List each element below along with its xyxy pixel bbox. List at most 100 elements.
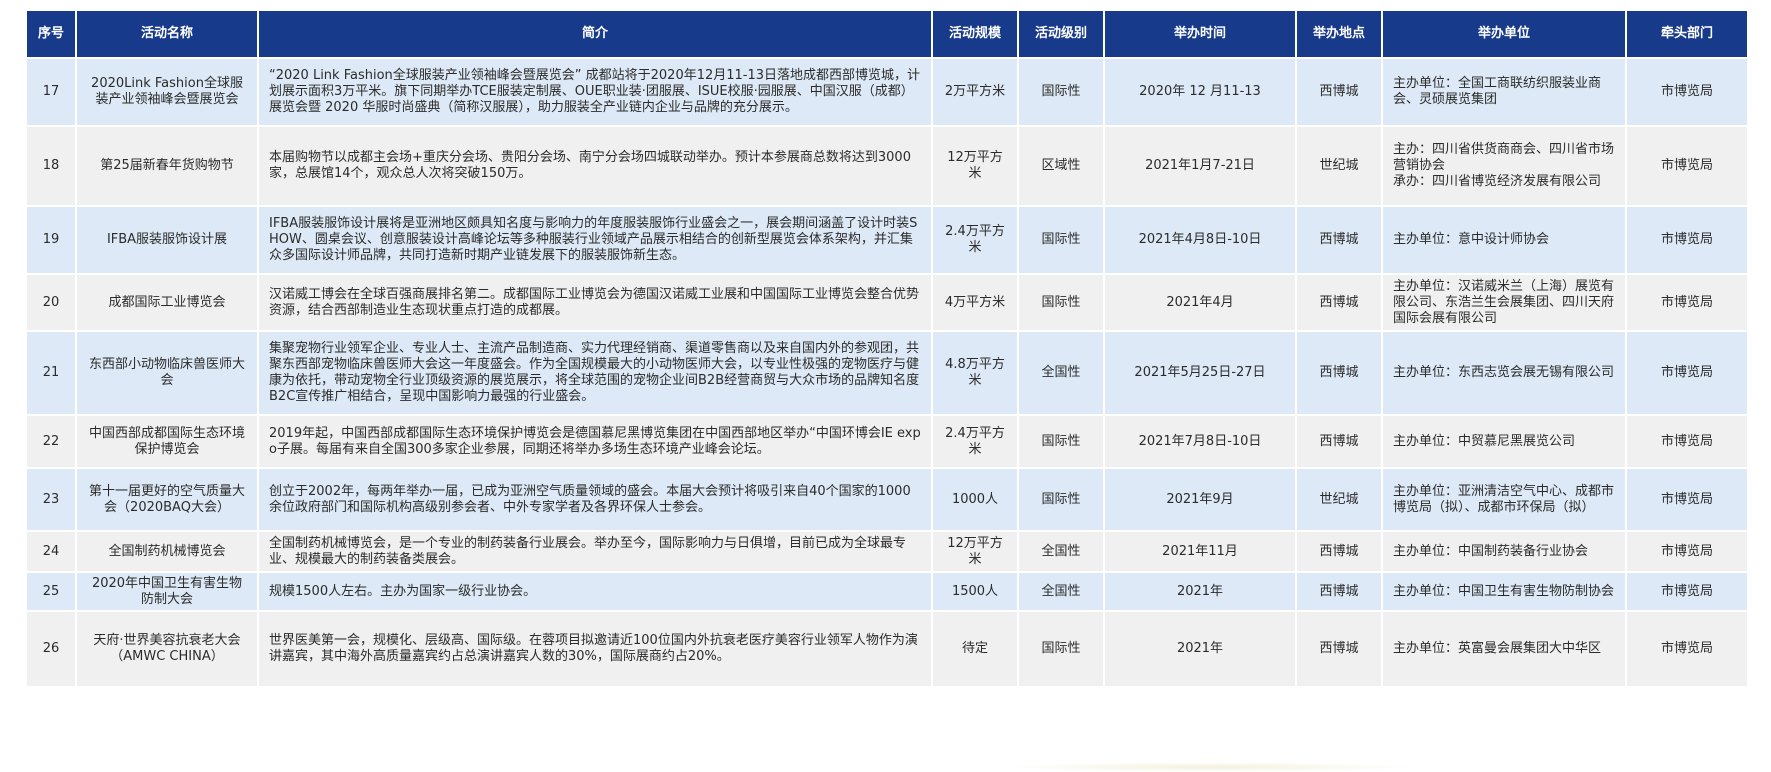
cell-number: 19 [25,205,77,275]
background-glow [1000,762,1420,772]
cell-organizer: 主办单位：中国制药装备行业协会 [1381,530,1627,573]
header-activity-name: 活动名称 [75,9,259,59]
cell-time: 2021年4月 [1103,273,1297,332]
cell-lead-department: 市博览局 [1625,57,1749,127]
cell-number: 25 [25,571,77,612]
cell-activity-name: 2020Link Fashion全球服装产业领袖峰会暨展览会 [75,57,259,127]
cell-activity-name: 2020年中国卫生有害生物防制大会 [75,571,259,612]
cell-scale: 2万平方米 [931,57,1019,127]
header-organizer: 举办单位 [1381,9,1627,59]
cell-number: 18 [25,125,77,207]
table-row: 22 中国西部成都国际生态环境保护博览会 2019年起，中国西部成都国际生态环境… [25,414,1749,469]
cell-number: 20 [25,273,77,332]
cell-level: 国际性 [1017,205,1105,275]
activity-table-sheet: 序号 活动名称 简介 活动规模 活动级别 举办时间 举办地点 举办单位 牵头部门… [25,9,1749,688]
cell-lead-department: 市博览局 [1625,610,1749,688]
cell-introduction: 全国制药机械博览会，是一个专业的制药装备行业展会。举办至今，国际影响力与日俱增，… [257,530,933,573]
cell-level: 全国性 [1017,571,1105,612]
cell-level: 全国性 [1017,530,1105,573]
cell-number: 26 [25,610,77,688]
cell-number: 24 [25,530,77,573]
cell-introduction: 集聚宠物行业领军企业、专业人士、主流产品制造商、实力代理经销商、渠道零售商以及来… [257,330,933,416]
cell-scale: 4.8万平方米 [931,330,1019,416]
cell-organizer: 主办单位：全国工商联纺织服装业商会、灵硕展览集团 [1381,57,1627,127]
cell-scale: 2.4万平方米 [931,205,1019,275]
cell-number: 17 [25,57,77,127]
cell-scale: 12万平方米 [931,125,1019,207]
cell-activity-name: IFBA服装服饰设计展 [75,205,259,275]
table-row: 17 2020Link Fashion全球服装产业领袖峰会暨展览会 “2020 … [25,57,1749,127]
cell-time: 2021年 [1103,610,1297,688]
cell-time: 2021年11月 [1103,530,1297,573]
cell-activity-name: 全国制药机械博览会 [75,530,259,573]
cell-introduction: IFBA服装服饰设计展将是亚洲地区颇具知名度与影响力的年度服装服饰行业盛会之一，… [257,205,933,275]
cell-time: 2021年 [1103,571,1297,612]
cell-time: 2021年1月7-21日 [1103,125,1297,207]
cell-introduction: 创立于2002年，每两年举办一届，已成为亚洲空气质量领域的盛会。本届大会预计将吸… [257,467,933,532]
cell-venue: 西博城 [1295,414,1383,469]
cell-scale: 2.4万平方米 [931,414,1019,469]
cell-lead-department: 市博览局 [1625,125,1749,207]
cell-scale: 1000人 [931,467,1019,532]
cell-organizer: 主办单位：意中设计师协会 [1381,205,1627,275]
cell-lead-department: 市博览局 [1625,330,1749,416]
cell-activity-name: 第25届新春年货购物节 [75,125,259,207]
table-row: 23 第十一届更好的空气质量大会（2020BAQ大会） 创立于2002年，每两年… [25,467,1749,532]
cell-activity-name: 东西部小动物临床兽医师大会 [75,330,259,416]
cell-level: 区域性 [1017,125,1105,207]
cell-lead-department: 市博览局 [1625,571,1749,612]
table-row: 19 IFBA服装服饰设计展 IFBA服装服饰设计展将是亚洲地区颇具知名度与影响… [25,205,1749,275]
header-lead-department: 牵头部门 [1625,9,1749,59]
cell-introduction: 汉诺威工博会在全球百强商展排名第二。成都国际工业博览会为德国汉诺威工业展和中国国… [257,273,933,332]
cell-level: 国际性 [1017,57,1105,127]
cell-activity-name: 天府·世界美容抗衰老大会（AMWC CHINA） [75,610,259,688]
cell-venue: 西博城 [1295,530,1383,573]
cell-activity-name: 成都国际工业博览会 [75,273,259,332]
cell-venue: 世纪城 [1295,467,1383,532]
cell-introduction: 本届购物节以成都主会场+重庆分会场、贵阳分会场、南宁分会场四城联动举办。预计本参… [257,125,933,207]
cell-time: 2021年5月25日-27日 [1103,330,1297,416]
cell-time: 2021年4月8日-10日 [1103,205,1297,275]
cell-organizer: 主办单位：亚洲清洁空气中心、成都市博览局（拟）、成都市环保局（拟） [1381,467,1627,532]
cell-venue: 西博城 [1295,610,1383,688]
cell-organizer: 主办单位：东西志览会展无锡有限公司 [1381,330,1627,416]
cell-number: 23 [25,467,77,532]
cell-level: 国际性 [1017,467,1105,532]
cell-venue: 世纪城 [1295,125,1383,207]
header-venue: 举办地点 [1295,9,1383,59]
table-row: 24 全国制药机械博览会 全国制药机械博览会，是一个专业的制药装备行业展会。举办… [25,530,1749,573]
cell-introduction: 2019年起，中国西部成都国际生态环境保护博览会是德国慕尼黑博览集团在中国西部地… [257,414,933,469]
cell-scale: 12万平方米 [931,530,1019,573]
cell-time: 2021年9月 [1103,467,1297,532]
cell-lead-department: 市博览局 [1625,414,1749,469]
cell-organizer: 主办单位：中国卫生有害生物防制协会 [1381,571,1627,612]
header-level: 活动级别 [1017,9,1105,59]
cell-venue: 西博城 [1295,571,1383,612]
cell-lead-department: 市博览局 [1625,273,1749,332]
cell-organizer: 主办单位：中贸慕尼黑展览公司 [1381,414,1627,469]
table-row: 26 天府·世界美容抗衰老大会（AMWC CHINA） 世界医美第一会，规模化、… [25,610,1749,688]
header-number: 序号 [25,9,77,59]
cell-level: 国际性 [1017,414,1105,469]
cell-lead-department: 市博览局 [1625,530,1749,573]
table-row: 20 成都国际工业博览会 汉诺威工博会在全球百强商展排名第二。成都国际工业博览会… [25,273,1749,332]
cell-level: 国际性 [1017,610,1105,688]
cell-time: 2020年 12 月11-13 [1103,57,1297,127]
cell-venue: 西博城 [1295,330,1383,416]
cell-time: 2021年7月8日-10日 [1103,414,1297,469]
cell-organizer: 主办单位：英富曼会展集团大中华区 [1381,610,1627,688]
table-header-row: 序号 活动名称 简介 活动规模 活动级别 举办时间 举办地点 举办单位 牵头部门 [25,9,1749,59]
cell-scale: 待定 [931,610,1019,688]
cell-number: 22 [25,414,77,469]
cell-number: 21 [25,330,77,416]
cell-introduction: 规模1500人左右。主办为国家一级行业协会。 [257,571,933,612]
table-row: 25 2020年中国卫生有害生物防制大会 规模1500人左右。主办为国家一级行业… [25,571,1749,612]
cell-venue: 西博城 [1295,273,1383,332]
cell-organizer: 主办：四川省供货商商会、四川省市场营销协会 承办：四川省博览经济发展有限公司 [1381,125,1627,207]
cell-lead-department: 市博览局 [1625,467,1749,532]
header-scale: 活动规模 [931,9,1019,59]
cell-activity-name: 中国西部成都国际生态环境保护博览会 [75,414,259,469]
cell-scale: 1500人 [931,571,1019,612]
header-time: 举办时间 [1103,9,1297,59]
cell-introduction: “2020 Link Fashion全球服装产业领袖峰会暨展览会” 成都站将于2… [257,57,933,127]
